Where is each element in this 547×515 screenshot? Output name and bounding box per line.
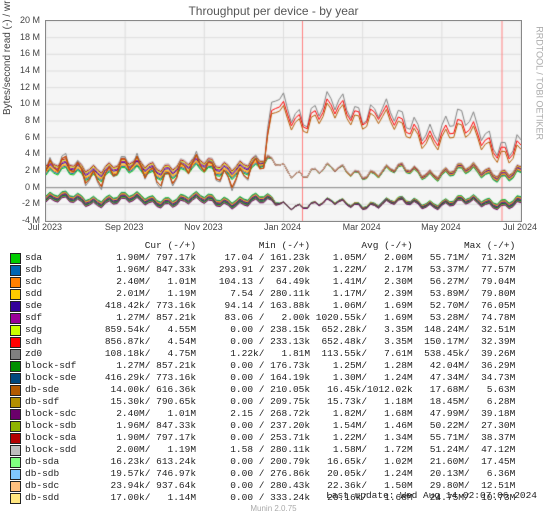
rrdtool-watermark: RRDTOOL / TOBI OETIKER — [535, 26, 545, 140]
legend-row: db-sda 16.23k/ 613.24k 0.00 / 200.79k 16… — [10, 456, 537, 468]
legend-swatch — [10, 289, 21, 300]
y-tick: 0 M — [25, 182, 40, 192]
y-tick: 6 M — [25, 132, 40, 142]
y-axis-ticks: -4 M-2 M0 M2 M4 M6 M8 M10 M12 M14 M16 M1… — [0, 20, 42, 220]
legend-row: db-sdf 15.30k/ 790.65k 0.00 / 209.75k 15… — [10, 396, 537, 408]
chart-title: Throughput per device - by year — [0, 0, 547, 18]
legend-swatch — [10, 301, 21, 312]
x-tick: May 2024 — [421, 222, 461, 232]
legend-swatch — [10, 421, 21, 432]
legend-swatch — [10, 385, 21, 396]
y-tick: 14 M — [20, 65, 40, 75]
chart-canvas — [46, 21, 521, 221]
legend-swatch — [10, 409, 21, 420]
legend-row: block-sdf 1.27M/ 857.21k 0.00 / 176.73k … — [10, 360, 537, 372]
x-tick: Jul 2023 — [28, 222, 62, 232]
legend-row: sdb 1.96M/ 847.33k 293.91 / 237.20k 1.22… — [10, 264, 537, 276]
plot-area — [45, 20, 522, 222]
x-tick: Jan 2024 — [264, 222, 301, 232]
legend-swatch — [10, 337, 21, 348]
x-tick: Mar 2024 — [343, 222, 381, 232]
legend-swatch — [10, 445, 21, 456]
legend-row: sdh 856.87k/ 4.54M 0.00 / 233.13k 652.48… — [10, 336, 537, 348]
y-tick: 8 M — [25, 115, 40, 125]
legend-swatch — [10, 457, 21, 468]
legend-row: block-sdc 2.40M/ 1.01M 2.15 / 268.72k 1.… — [10, 408, 537, 420]
legend-swatch — [10, 469, 21, 480]
legend-row: block-sda 1.90M/ 797.17k 0.00 / 253.71k … — [10, 432, 537, 444]
legend-row: block-sdd 2.00M/ 1.19M 1.58 / 280.11k 1.… — [10, 444, 537, 456]
legend-row: block-sdb 1.96M/ 847.33k 0.00 / 237.20k … — [10, 420, 537, 432]
legend-swatch — [10, 265, 21, 276]
legend-row: sdg 859.54k/ 4.55M 0.00 / 238.15k 652.28… — [10, 324, 537, 336]
legend-table: Cur (-/+) Min (-/+) Avg (-/+) Max (-/+)s… — [10, 240, 537, 504]
legend-swatch — [10, 373, 21, 384]
legend-row: sdd 2.01M/ 1.19M 7.54 / 280.11k 1.17M/ 2… — [10, 288, 537, 300]
x-tick: Sep 2023 — [105, 222, 144, 232]
footer-watermark: Munin 2.0.75 — [0, 504, 547, 513]
legend-row: block-sde 416.29k/ 773.16k 0.00 / 164.19… — [10, 372, 537, 384]
legend-swatch — [10, 493, 21, 504]
x-tick: Jul 2024 — [503, 222, 537, 232]
legend-swatch — [10, 253, 21, 264]
y-tick: 16 M — [20, 48, 40, 58]
legend-swatch — [10, 277, 21, 288]
y-tick: 4 M — [25, 148, 40, 158]
legend-row: sde 418.42k/ 773.16k 94.14 / 163.88k 1.0… — [10, 300, 537, 312]
legend-swatch — [10, 361, 21, 372]
legend-swatch — [10, 433, 21, 444]
legend-header: Cur (-/+) Min (-/+) Avg (-/+) Max (-/+) — [10, 240, 537, 252]
y-tick: 10 M — [20, 98, 40, 108]
chart-container: Throughput per device - by year Bytes/se… — [0, 0, 547, 515]
legend-swatch — [10, 349, 21, 360]
y-tick: 18 M — [20, 32, 40, 42]
x-tick: Nov 2023 — [184, 222, 223, 232]
last-update-text: Last update: Wed Aug 14 02:07:06 2024 — [326, 490, 537, 501]
y-tick: 2 M — [25, 165, 40, 175]
legend-row: sdf 1.27M/ 857.21k 83.06 / 2.00k 1020.55… — [10, 312, 537, 324]
legend-row: zd0 108.18k/ 4.75M 1.22k/ 1.81M 113.55k/… — [10, 348, 537, 360]
legend-row: sda 1.90M/ 797.17k 17.04 / 161.23k 1.05M… — [10, 252, 537, 264]
legend-swatch — [10, 397, 21, 408]
y-tick: -2 M — [22, 198, 40, 208]
legend-row: db-sde 14.00k/ 616.36k 0.00 / 210.05k 16… — [10, 384, 537, 396]
legend-swatch — [10, 325, 21, 336]
x-axis-ticks: Jul 2023Sep 2023Nov 2023Jan 2024Mar 2024… — [45, 222, 520, 234]
y-tick: 20 M — [20, 15, 40, 25]
legend-swatch — [10, 481, 21, 492]
y-tick: 12 M — [20, 82, 40, 92]
legend-row: db-sdb 19.57k/ 746.97k 0.00 / 276.86k 20… — [10, 468, 537, 480]
legend-swatch — [10, 313, 21, 324]
legend-row: sdc 2.40M/ 1.01M 104.13 / 64.49k 1.41M/ … — [10, 276, 537, 288]
